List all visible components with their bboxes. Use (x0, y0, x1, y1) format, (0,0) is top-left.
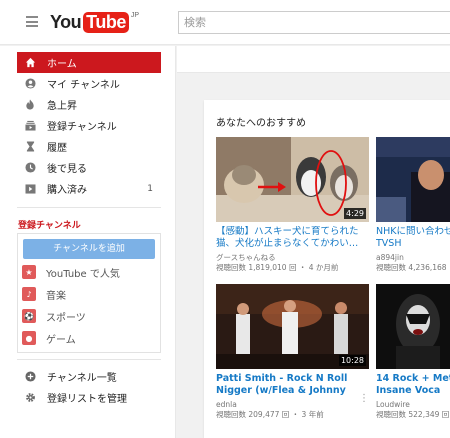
recommended-section: あなたへのおすすめ 4:29 【感動】ハスキー犬に育てられた猫、犬化が止まらなく… (204, 100, 450, 438)
video-thumbnail[interactable] (376, 137, 450, 222)
logo-tube: Tube (83, 12, 129, 33)
video-title[interactable]: 14 Rock + Metal With Insane Voca (376, 373, 450, 397)
purchases-icon (24, 183, 36, 195)
sidebar-item-popular[interactable]: ★ YouTube で人気 (22, 261, 120, 283)
sports-icon: ⚽ (22, 309, 36, 323)
sidebar-item-my-channel[interactable]: マイ チャンネル (17, 73, 161, 94)
sidebar-item-watch-later[interactable]: 後で見る (17, 157, 161, 178)
sidebar-item-label: 音楽 (46, 290, 66, 302)
video-meta: 視聴回数 522,349 回 (376, 410, 450, 419)
video-channel[interactable]: グースちゃんねる (216, 253, 369, 262)
guide-sidebar: ホーム マイ チャンネル 急上昇 登録チャンネル 履歴 後で見る 購入済み 1 … (0, 46, 176, 438)
plus-circle-icon (24, 371, 36, 383)
hourglass-icon (24, 141, 36, 153)
video-channel[interactable]: ednla (216, 400, 369, 409)
section-title: あなたへのおすすめ (216, 118, 306, 129)
video-meta: 視聴回数 1,819,010 回 ・ 4 か月前 (216, 263, 339, 272)
video-tile[interactable]: 10:28 Patti Smith - Rock N Roll Nigger (… (216, 284, 369, 420)
sidebar-item-gaming[interactable]: ● ゲーム (22, 327, 76, 349)
sidebar-bottom-nav: チャンネル一覧 登録リストを管理 (17, 366, 161, 408)
subscriptions-heading: 登録チャンネル (18, 221, 81, 231)
star-icon: ★ (22, 265, 36, 279)
flame-icon (24, 99, 36, 111)
sidebar-item-label: ゲーム (46, 334, 76, 346)
subscriptions-box: チャンネルを追加 ★ YouTube で人気 ♪ 音楽 ⚽ スポーツ ● ゲーム (17, 233, 161, 353)
sidebar-item-label: チャンネル一覧 (47, 373, 117, 384)
sidebar-item-home[interactable]: ホーム (17, 52, 161, 73)
sidebar-item-label: スポーツ (46, 312, 86, 324)
sidebar-divider (17, 359, 161, 360)
sidebar-item-sports[interactable]: ⚽ スポーツ (22, 305, 86, 327)
video-tile[interactable]: NHKに問い合わせブルハ伝説のTVSH a894jin 視聴回数 4,236,1… (376, 137, 450, 273)
sidebar-item-label: 後で見る (47, 164, 87, 175)
thumbnail-image (376, 284, 450, 369)
logo-you: You (50, 12, 82, 32)
add-channel-button[interactable]: チャンネルを追加 (23, 239, 155, 259)
video-title[interactable]: 【感動】ハスキー犬に育てられた猫、犬化が止まらなくてかわい… (216, 226, 369, 250)
sidebar-item-music[interactable]: ♪ 音楽 (22, 283, 66, 305)
sidebar-item-label: 登録リストを管理 (47, 394, 127, 405)
video-menu-icon[interactable]: ⋮ (359, 394, 369, 404)
youtube-logo[interactable]: You Tube JP (50, 10, 139, 34)
thumbnail-image (376, 137, 450, 222)
sidebar-item-label: 登録チャンネル (47, 122, 117, 133)
video-thumbnail[interactable]: 10:28 (216, 284, 369, 369)
video-tile[interactable]: 14 Rock + Metal With Insane Voca Loudwir… (376, 284, 450, 420)
music-icon: ♪ (22, 287, 36, 301)
video-tile[interactable]: 4:29 【感動】ハスキー犬に育てられた猫、犬化が止まらなくてかわい… グースち… (216, 137, 369, 273)
video-title[interactable]: Patti Smith - Rock N Roll Nigger (w/Flea… (216, 373, 369, 397)
sidebar-item-trending[interactable]: 急上昇 (17, 94, 161, 115)
sidebar-divider (17, 207, 161, 208)
sidebar-item-manage-subs[interactable]: 登録リストを管理 (17, 387, 161, 408)
main-top-strip (177, 46, 450, 73)
sidebar-item-browse-channels[interactable]: チャンネル一覧 (17, 366, 161, 387)
video-thumbnail[interactable]: 4:29 (216, 137, 369, 222)
video-title[interactable]: NHKに問い合わせブルハ伝説のTVSH (376, 226, 450, 250)
sidebar-item-subscriptions[interactable]: 登録チャンネル (17, 115, 161, 136)
video-channel[interactable]: Loudwire (376, 400, 450, 409)
video-meta: 視聴回数 4,236,168 (376, 263, 447, 272)
video-thumbnail[interactable] (376, 284, 450, 369)
account-icon (24, 78, 36, 90)
purchases-count: 1 (147, 183, 153, 194)
video-channel[interactable]: a894jin (376, 253, 450, 262)
sidebar-item-label: 購入済み (47, 185, 87, 196)
sidebar-item-label: YouTube で人気 (46, 268, 120, 280)
gear-icon (24, 392, 36, 404)
gaming-icon: ● (22, 331, 36, 345)
sidebar-item-history[interactable]: 履歴 (17, 136, 161, 157)
clock-icon (24, 162, 36, 174)
video-duration: 4:29 (344, 208, 366, 219)
sidebar-item-label: 履歴 (47, 143, 67, 154)
video-meta: 視聴回数 209,477 回 ・ 3 年前 (216, 410, 324, 419)
video-duration: 10:28 (338, 355, 366, 366)
subscriptions-icon (24, 120, 36, 132)
guide-nav: ホーム マイ チャンネル 急上昇 登録チャンネル 履歴 後で見る 購入済み 1 (17, 52, 161, 199)
sidebar-item-purchases[interactable]: 購入済み 1 (17, 178, 161, 199)
guide-menu-icon[interactable] (26, 16, 38, 27)
sidebar-item-label: 急上昇 (47, 101, 77, 112)
sidebar-item-label: ホーム (47, 59, 77, 70)
logo-region: JP (130, 12, 140, 19)
sidebar-item-label: マイ チャンネル (47, 80, 120, 91)
search-input[interactable]: 検索 (178, 11, 450, 34)
home-icon (24, 57, 36, 69)
top-bar: You Tube JP 検索 (0, 0, 450, 45)
